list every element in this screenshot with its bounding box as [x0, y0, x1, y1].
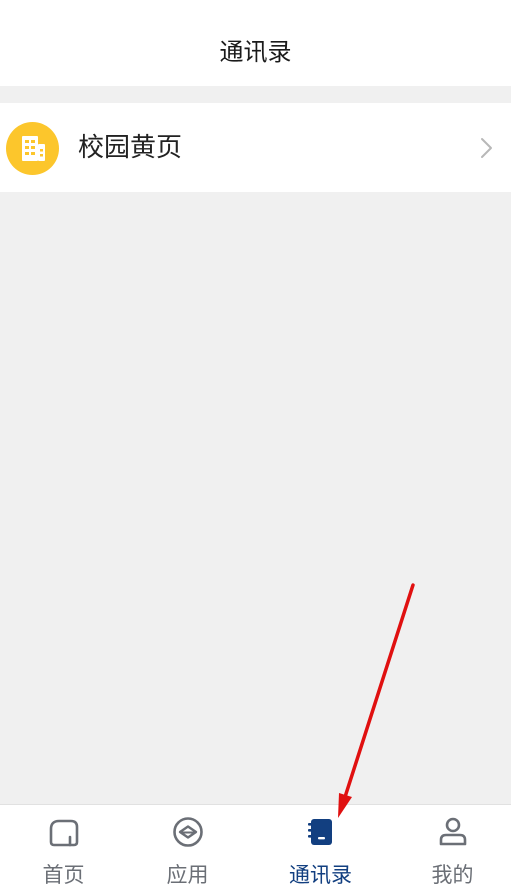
list-item-label: 校园黄页: [78, 133, 183, 163]
tab-home[interactable]: 首页: [0, 805, 127, 893]
tab-home-label: 首页: [42, 863, 85, 887]
tab-profile-label: 我的: [431, 863, 474, 887]
tab-contacts[interactable]: 通讯录: [257, 805, 384, 893]
tab-profile[interactable]: 我的: [389, 805, 511, 893]
apps-icon: [172, 817, 203, 847]
page-title: 通讯录: [219, 38, 292, 66]
tab-apps-label: 应用: [166, 863, 209, 887]
bottom-tab-bar: 首页 应用 通讯录 我的: [0, 804, 511, 893]
top-bar: 通讯录: [0, 0, 511, 86]
building-icon: [6, 122, 59, 175]
list-item-campus-yellow-pages[interactable]: 校园黄页: [0, 103, 511, 192]
tab-apps[interactable]: 应用: [124, 805, 251, 893]
tab-contacts-label: 通讯录: [289, 863, 352, 887]
profile-icon: [439, 817, 466, 846]
contacts-book-icon: [307, 819, 332, 845]
home-icon: [49, 819, 78, 847]
chevron-right-icon: [481, 138, 492, 158]
